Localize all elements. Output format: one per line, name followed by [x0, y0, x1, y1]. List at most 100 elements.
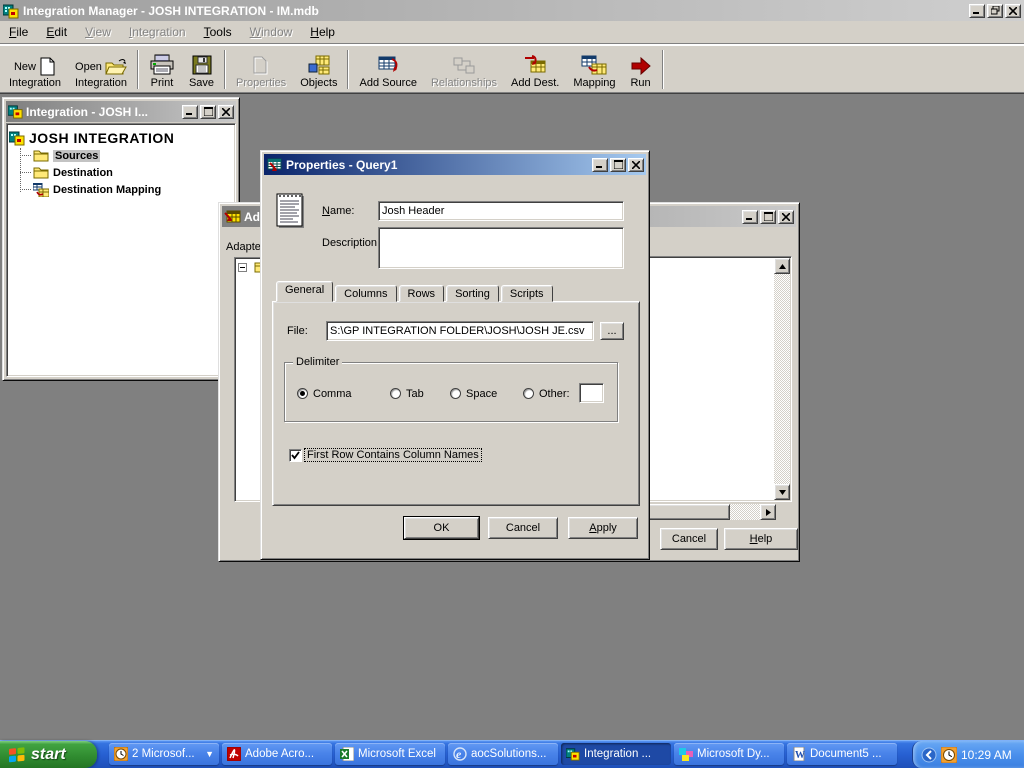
properties-dialog-title-bar[interactable]: Properties - Query1: [264, 154, 646, 175]
add-dest-button[interactable]: Add Dest.: [504, 48, 566, 91]
minimize-button[interactable]: [592, 158, 608, 172]
tab-general[interactable]: General: [276, 281, 333, 302]
maximize-button[interactable]: [200, 105, 216, 119]
clock-time[interactable]: 10:29 AM: [961, 748, 1012, 762]
menu-integration[interactable]: Integration: [120, 21, 195, 43]
task-label: Integration ...: [584, 748, 651, 760]
tab-rows[interactable]: Rows: [399, 285, 445, 302]
add-source-icon: [376, 55, 400, 76]
start-button[interactable]: start: [0, 741, 97, 768]
task-integration-manager[interactable]: Integration ...: [561, 743, 671, 765]
other-delimiter-input[interactable]: [579, 383, 604, 403]
main-window-title: Integration Manager - JOSH INTEGRATION -…: [23, 4, 965, 18]
tree-item-destination[interactable]: Destination: [33, 164, 233, 181]
main-title-bar[interactable]: Integration Manager - JOSH INTEGRATION -…: [0, 0, 1024, 21]
print-label: Print: [151, 77, 174, 89]
tree-item-label: Destination: [53, 167, 113, 179]
description-input[interactable]: [378, 227, 624, 269]
task-grouped-microsoft[interactable]: 2 Microsof... ▼: [109, 743, 219, 765]
tab-sorting[interactable]: Sorting: [446, 285, 499, 302]
radio-other[interactable]: [523, 388, 534, 399]
run-button[interactable]: Run: [623, 48, 659, 91]
save-label: Save: [189, 77, 214, 89]
excel-icon: [340, 747, 354, 761]
close-button[interactable]: [1005, 4, 1021, 18]
scrollbar-track[interactable]: [774, 274, 790, 484]
group-dropdown-arrow-icon[interactable]: ▼: [205, 749, 214, 759]
mapping-button[interactable]: Mapping: [566, 48, 622, 91]
task-label: Microsoft Dy...: [697, 748, 770, 760]
restore-button[interactable]: [987, 4, 1003, 18]
taskbar: start 2 Microsof... ▼ Adobe Acro... Micr…: [0, 740, 1024, 768]
ok-button[interactable]: OK: [404, 517, 479, 539]
minimize-button[interactable]: [182, 105, 198, 119]
folder-icon: [33, 166, 49, 179]
cancel-button[interactable]: Cancel: [488, 517, 558, 539]
close-button[interactable]: [628, 158, 644, 172]
radio-comma[interactable]: [297, 388, 308, 399]
menu-help[interactable]: Help: [301, 21, 344, 43]
print-button[interactable]: Print: [142, 48, 182, 91]
menu-edit[interactable]: Edit: [37, 21, 76, 43]
new-integration-button[interactable]: New Integration: [2, 48, 68, 91]
task-microsoft-excel[interactable]: Microsoft Excel: [335, 743, 445, 765]
minimize-button[interactable]: [742, 210, 758, 224]
scroll-down-button[interactable]: [774, 484, 790, 500]
tab-scripts[interactable]: Scripts: [501, 285, 553, 302]
tab-columns[interactable]: Columns: [335, 285, 396, 302]
task-document5[interactable]: W Document5 ...: [787, 743, 897, 765]
tree-item-sources[interactable]: Sources: [33, 147, 233, 164]
add-source-cancel-button[interactable]: Cancel: [660, 528, 718, 550]
task-label: 2 Microsof...: [132, 748, 195, 760]
properties-button[interactable]: Properties: [229, 48, 293, 91]
close-button[interactable]: [778, 210, 794, 224]
collapse-chevron-icon[interactable]: [921, 747, 937, 763]
scroll-up-button[interactable]: [774, 258, 790, 274]
minimize-button[interactable]: [969, 4, 985, 18]
tab-strip: General Columns Rows Sorting Scripts: [276, 281, 555, 302]
objects-label: Objects: [300, 77, 337, 89]
properties-dialog-title: Properties - Query1: [286, 158, 589, 172]
tree-item-destination-mapping[interactable]: Destination Mapping: [33, 181, 233, 198]
file-path-input[interactable]: [326, 321, 594, 341]
scrollbar-track[interactable]: [730, 504, 760, 520]
maximize-button[interactable]: [610, 158, 626, 172]
radio-tab[interactable]: [390, 388, 401, 399]
integration-manager-app-icon: [3, 3, 19, 19]
apply-button[interactable]: Apply: [568, 517, 638, 539]
first-row-checkbox-label[interactable]: First Row Contains Column Names: [304, 448, 482, 462]
task-microsoft-dynamics[interactable]: Microsoft Dy...: [674, 743, 784, 765]
add-source-button[interactable]: Add Source: [352, 48, 423, 91]
source-listbox[interactable]: [646, 256, 792, 502]
tree-expand-minus-box[interactable]: [238, 263, 247, 272]
svg-text:e: e: [456, 747, 462, 761]
new-page-icon: [39, 57, 56, 76]
radio-comma-label: Comma: [313, 388, 352, 400]
first-row-checkbox[interactable]: [289, 449, 302, 462]
tree-item-label: Destination Mapping: [53, 184, 161, 196]
integration-window-title-bar[interactable]: Integration - JOSH I...: [6, 101, 236, 122]
tree-root-josh-integration[interactable]: JOSH INTEGRATION: [9, 128, 233, 147]
menu-window[interactable]: Window: [241, 21, 302, 43]
task-adobe-acrobat[interactable]: Adobe Acro...: [222, 743, 332, 765]
browse-button[interactable]: ...: [600, 322, 624, 340]
save-button[interactable]: Save: [182, 48, 221, 91]
close-button[interactable]: [218, 105, 234, 119]
scroll-right-button[interactable]: [760, 504, 776, 520]
menu-tools[interactable]: Tools: [195, 21, 241, 43]
add-source-help-button[interactable]: Help: [724, 528, 798, 550]
menu-view[interactable]: View: [76, 21, 120, 43]
task-aocsolutions[interactable]: e aocSolutions...: [448, 743, 558, 765]
tray-clock-icon[interactable]: [941, 747, 957, 763]
menu-file[interactable]: File: [0, 21, 37, 43]
maximize-button[interactable]: [760, 210, 776, 224]
browse-label: ...: [607, 325, 616, 337]
radio-tab-label: Tab: [406, 388, 424, 400]
open-integration-button[interactable]: Open Integration: [68, 48, 134, 91]
radio-space[interactable]: [450, 388, 461, 399]
objects-button[interactable]: Objects: [293, 48, 344, 91]
tree-item-label: Sources: [53, 150, 100, 162]
toolbar: New Integration Open Integration Print S…: [0, 45, 1024, 94]
name-input[interactable]: [378, 201, 624, 221]
relationships-button[interactable]: Relationships: [424, 48, 504, 91]
